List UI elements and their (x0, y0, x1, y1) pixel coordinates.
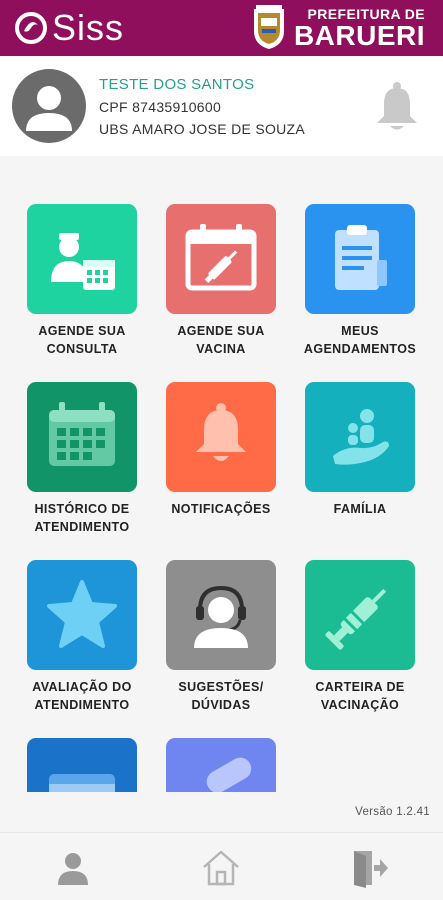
home-icon (203, 850, 239, 886)
star-icon (27, 560, 137, 670)
menu-pill-item[interactable] (153, 738, 295, 792)
menu-tile-icon-bg (27, 560, 137, 670)
menu-notificacoes[interactable]: NOTIFICAÇÕES (153, 382, 295, 552)
siss-logo: Siss (14, 10, 124, 46)
pill-icon (166, 738, 276, 792)
avatar[interactable] (12, 69, 86, 143)
menu-label: HISTÓRICO DE ATENDIMENTO (34, 502, 130, 534)
menu-card-item[interactable] (14, 738, 156, 792)
nav-home-button[interactable] (200, 847, 242, 889)
top-bar: Siss PREFEITURA DE BARUERI (0, 0, 443, 56)
logo-text: Siss (52, 7, 125, 48)
menu-tile-icon-bg (305, 382, 415, 492)
menu-sugestoes[interactable]: SUGESTÕES/ DÚVIDAS (153, 560, 295, 730)
menu-tile-icon-bg (166, 204, 276, 314)
headset-icon (166, 560, 276, 670)
menu-label: AGENDE SUA CONSULTA (38, 324, 126, 356)
menu-tile-icon-bg (305, 204, 415, 314)
siss-logo-icon (15, 12, 47, 44)
bottom-nav (0, 832, 443, 900)
nav-logout-button[interactable] (348, 847, 390, 889)
menu-grid: AGENDE SUA CONSULTA AGENDE SUA VACINA ME… (0, 156, 443, 792)
menu-familia[interactable]: FAMÍLIA (292, 382, 434, 552)
clipboard-icon (305, 204, 415, 314)
menu-label: NOTIFICAÇÕES (171, 502, 271, 516)
profile-name: TESTE DOS SANTOS (99, 76, 255, 93)
avatar-icon (26, 86, 72, 131)
card-icon (27, 738, 137, 792)
syringe-icon (305, 560, 415, 670)
coat-of-arms-icon (253, 5, 284, 49)
bell-icon (377, 82, 417, 130)
menu-carteira-vacinacao[interactable]: CARTEIRA DE VACINAÇÃO (292, 560, 434, 730)
brand-line-1: PREFEITURA DE (307, 5, 425, 22)
menu-meus-agendamentos[interactable]: MEUS AGENDAMENTOS (292, 204, 434, 374)
logout-icon (354, 851, 388, 888)
nav-profile-button[interactable] (52, 847, 94, 889)
profile-cpf: CPF 87435910600 (99, 99, 222, 115)
vaccine-calendar-icon (166, 204, 276, 314)
menu-label: AVALIAÇÃO DO ATENDIMENTO (32, 680, 132, 712)
family-hand-icon (305, 382, 415, 492)
doctor-calendar-icon (27, 204, 137, 314)
user-icon (58, 853, 88, 885)
app-version: Versão 1.2.41 (355, 806, 430, 818)
menu-tile-icon-bg (27, 204, 137, 314)
menu-label: MEUS AGENDAMENTOS (303, 324, 417, 356)
menu-tile-icon-bg (166, 560, 276, 670)
prefeitura-brand: PREFEITURA DE BARUERI (250, 4, 425, 52)
menu-label: AGENDE SUA VACINA (177, 324, 265, 356)
menu-label: FAMÍLIA (333, 502, 387, 516)
menu-avaliacao[interactable]: AVALIAÇÃO DO ATENDIMENTO (14, 560, 156, 730)
calendar-icon (27, 382, 137, 492)
profile-ubs: UBS AMARO JOSE DE SOUZA (99, 121, 306, 137)
menu-agende-consulta[interactable]: AGENDE SUA CONSULTA (14, 204, 156, 374)
menu-tile-icon-bg (27, 382, 137, 492)
brand-line-2: BARUERI (293, 19, 425, 51)
profile-card: TESTE DOS SANTOS CPF 87435910600 UBS AMA… (0, 56, 443, 156)
menu-label: CARTEIRA DE VACINAÇÃO (315, 680, 405, 712)
menu-tile-icon-bg (166, 382, 276, 492)
menu-agende-vacina[interactable]: AGENDE SUA VACINA (153, 204, 295, 374)
menu-historico[interactable]: HISTÓRICO DE ATENDIMENTO (14, 382, 156, 552)
menu-tile-icon-bg (166, 738, 276, 792)
menu-tile-icon-bg (27, 738, 137, 792)
menu-label: SUGESTÕES/ DÚVIDAS (178, 680, 264, 712)
bell-icon (166, 382, 276, 492)
notifications-button[interactable] (372, 80, 422, 134)
menu-tile-icon-bg (305, 560, 415, 670)
